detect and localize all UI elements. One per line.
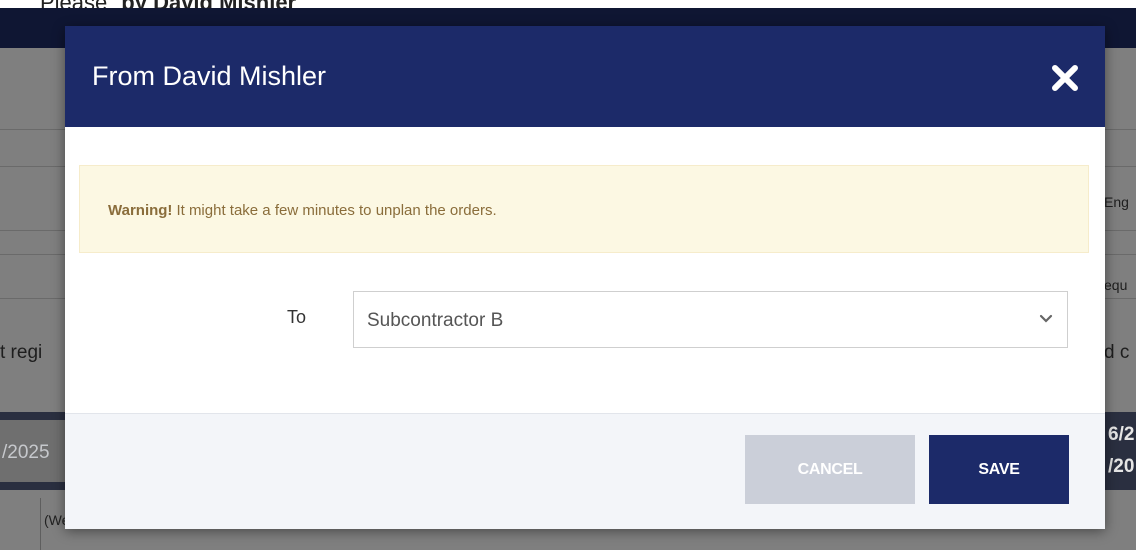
top-strip: Pleaseby David Mishler bbox=[0, 0, 1136, 15]
date-right-2: /20 bbox=[1108, 456, 1135, 477]
to-select[interactable]: Subcontractor B bbox=[353, 291, 1068, 348]
to-label: To bbox=[287, 307, 307, 327]
unplan-modal: From David Mishler Warning! It might take… bbox=[65, 26, 1105, 529]
modal-footer: CANCEL SAVE bbox=[65, 413, 1105, 529]
warning-strong: Warning! bbox=[108, 202, 173, 219]
warning-alert: Warning! It might take a few minutes to u… bbox=[79, 165, 1089, 253]
date-left: /2025 bbox=[2, 442, 50, 463]
bg-right-region: d c bbox=[1104, 342, 1130, 363]
close-icon[interactable] bbox=[1047, 60, 1083, 96]
modal-title: From David Mishler bbox=[92, 61, 327, 91]
to-select-value: Subcontractor B bbox=[367, 310, 504, 331]
chevron-down-icon bbox=[1039, 314, 1053, 323]
bg-left-region: t regi bbox=[0, 342, 43, 363]
date-right-1: 6/2 bbox=[1108, 424, 1135, 445]
bg-right-text-2: equ bbox=[1104, 277, 1128, 293]
save-button[interactable]: SAVE bbox=[929, 435, 1069, 504]
cancel-button[interactable]: CANCEL bbox=[745, 435, 915, 504]
warning-text: Warning! It might take a few minutes to u… bbox=[108, 202, 497, 219]
column-divider bbox=[40, 498, 41, 550]
modal-header: From David Mishler bbox=[65, 26, 1105, 127]
bg-right-text-1: Eng bbox=[1104, 194, 1129, 210]
warning-message: It might take a few minutes to unplan th… bbox=[176, 202, 497, 219]
